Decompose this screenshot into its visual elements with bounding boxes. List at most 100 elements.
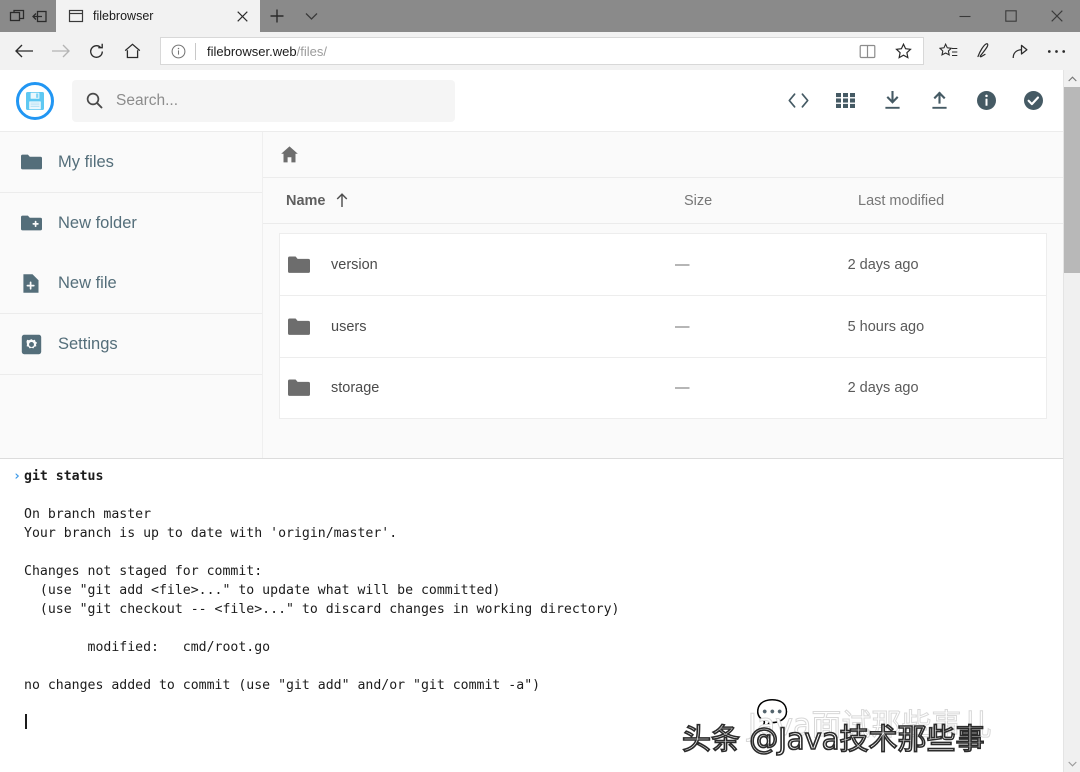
file-size: — xyxy=(675,257,848,273)
file-size: — xyxy=(675,319,848,335)
sidebar-item-label: My files xyxy=(58,153,114,172)
star-list-icon[interactable] xyxy=(930,35,966,67)
toggle-shell-button[interactable] xyxy=(786,89,810,113)
minimize-icon[interactable] xyxy=(942,0,988,32)
folder-plus-icon xyxy=(20,212,42,234)
sidebar-item-label: New folder xyxy=(58,214,137,233)
star-icon[interactable] xyxy=(885,35,921,67)
folder-icon xyxy=(287,376,311,400)
address-bar[interactable]: filebrowser.web/files/ xyxy=(160,37,924,65)
terminal-input-line[interactable] xyxy=(0,714,1063,733)
navbar-right-actions xyxy=(930,35,1074,67)
folder-icon xyxy=(287,253,311,277)
terminal-output-line: Your branch is up to date with 'origin/m… xyxy=(0,524,1063,543)
file-list: version — 2 days ago users — 5 hours ago xyxy=(263,224,1063,419)
sidebar-item-label: Settings xyxy=(58,335,118,354)
folder-icon xyxy=(287,315,311,339)
terminal-output-line xyxy=(0,695,1063,714)
share-icon[interactable] xyxy=(1002,35,1038,67)
terminal-output-line: (use "git add <file>..." to update what … xyxy=(0,581,1063,600)
terminal-caret xyxy=(25,714,27,729)
column-header-size[interactable]: Size xyxy=(684,193,858,209)
column-header-name[interactable]: Name xyxy=(286,193,684,209)
terminal-command-line: ›git status xyxy=(0,467,1063,486)
shell-terminal[interactable]: ›git status On branch master Your branch… xyxy=(0,458,1063,772)
file-modified: 2 days ago xyxy=(848,380,1046,396)
search-icon xyxy=(86,92,103,109)
terminal-output-line xyxy=(0,543,1063,562)
search-input[interactable]: Search... xyxy=(72,80,455,122)
page-scrollbar[interactable] xyxy=(1063,70,1080,772)
app-action-bar xyxy=(786,89,1045,113)
refresh-icon[interactable] xyxy=(78,35,114,67)
upload-button[interactable] xyxy=(927,89,951,113)
search-placeholder: Search... xyxy=(116,92,178,110)
page-viewport: Search... xyxy=(0,70,1080,772)
address-bar-actions xyxy=(849,35,921,67)
file-name: users xyxy=(331,319,366,335)
browser-window: filebrowser xyxy=(0,0,1080,772)
file-modified: 2 days ago xyxy=(848,257,1046,273)
floppy-disk-icon[interactable] xyxy=(16,82,54,120)
tab-strip: filebrowser xyxy=(0,0,1080,32)
info-button[interactable] xyxy=(974,89,998,113)
chevron-down-icon[interactable] xyxy=(1064,755,1080,772)
table-row[interactable]: storage — 2 days ago xyxy=(279,357,1047,419)
tab-preview-icon[interactable] xyxy=(7,6,27,26)
terminal-output-line: (use "git checkout -- <file>..." to disc… xyxy=(0,600,1063,619)
terminal-output-line: On branch master xyxy=(0,505,1063,524)
close-icon[interactable] xyxy=(232,6,252,26)
terminal-output-line: Changes not staged for commit: xyxy=(0,562,1063,581)
breadcrumb xyxy=(263,132,1063,178)
folder-icon xyxy=(20,151,42,173)
terminal-output-line xyxy=(0,619,1063,638)
file-modified: 5 hours ago xyxy=(848,319,1046,335)
new-tab-button[interactable] xyxy=(260,0,294,32)
chevron-up-icon[interactable] xyxy=(1064,70,1080,87)
column-header-name-label: Name xyxy=(286,193,326,209)
window-controls xyxy=(942,0,1080,32)
tabstrip-left-buttons xyxy=(0,0,56,32)
back-arrow-icon[interactable] xyxy=(6,35,42,67)
file-size: — xyxy=(675,380,848,396)
close-icon[interactable] xyxy=(1034,0,1080,32)
file-name-cell: version xyxy=(287,253,675,277)
app-header: Search... xyxy=(0,70,1063,132)
home-icon[interactable] xyxy=(114,35,150,67)
file-plus-icon xyxy=(20,272,42,294)
window-icon xyxy=(68,8,84,24)
info-circle-icon[interactable] xyxy=(161,38,195,64)
sidebar-item-new-file[interactable]: New file xyxy=(0,253,262,313)
scrollbar-thumb[interactable] xyxy=(1064,87,1080,273)
address-bar-url[interactable]: filebrowser.web/files/ xyxy=(196,44,849,59)
switch-view-button[interactable] xyxy=(833,89,857,113)
pen-icon[interactable] xyxy=(966,35,1002,67)
table-row[interactable]: users — 5 hours ago xyxy=(279,295,1047,357)
gear-icon xyxy=(20,333,42,355)
ellipsis-icon[interactable] xyxy=(1038,35,1074,67)
arrow-up-icon xyxy=(335,193,349,208)
sidebar-group: Settings xyxy=(0,314,262,375)
column-header-modified[interactable]: Last modified xyxy=(858,193,1058,209)
book-icon[interactable] xyxy=(849,35,885,67)
tab-title: filebrowser xyxy=(93,9,223,23)
forward-arrow-icon[interactable] xyxy=(42,35,78,67)
terminal-output-line: no changes added to commit (use "git add… xyxy=(0,676,1063,695)
sidebar-item-settings[interactable]: Settings xyxy=(0,314,262,374)
set-aside-tabs-icon[interactable] xyxy=(29,6,49,26)
terminal-command: git status xyxy=(24,469,103,484)
terminal-output-line xyxy=(0,657,1063,676)
table-row[interactable]: version — 2 days ago xyxy=(279,233,1047,295)
sidebar-item-new-folder[interactable]: New folder xyxy=(0,193,262,253)
maximize-icon[interactable] xyxy=(988,0,1034,32)
download-button[interactable] xyxy=(880,89,904,113)
terminal-output-line xyxy=(0,486,1063,505)
url-domain: filebrowser.web xyxy=(207,44,297,59)
file-name: storage xyxy=(331,380,379,396)
sidebar-item-my-files[interactable]: My files xyxy=(0,132,262,192)
browser-tab[interactable]: filebrowser xyxy=(56,0,260,32)
select-multiple-button[interactable] xyxy=(1021,89,1045,113)
home-icon[interactable] xyxy=(280,145,299,164)
file-name: version xyxy=(331,257,378,273)
chevron-down-icon[interactable] xyxy=(294,0,328,32)
